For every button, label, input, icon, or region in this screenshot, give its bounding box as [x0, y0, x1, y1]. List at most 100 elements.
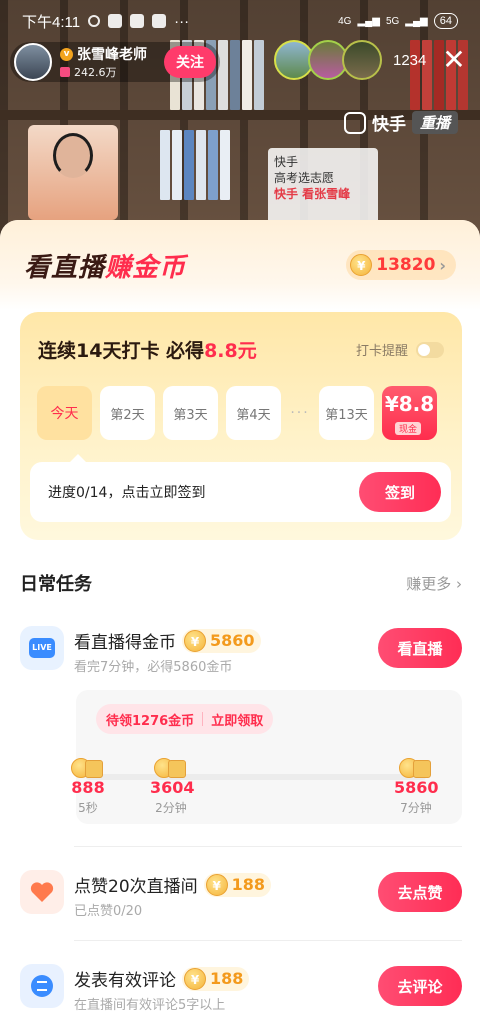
status-time: 下午4:11	[22, 13, 81, 31]
watch-milestones: 待领1276金币 立即领取 888 5秒 3604 2分钟 5860 7分钟	[71, 690, 462, 824]
battery-indicator: 64	[433, 13, 458, 29]
sheet-title-part2: 赚金币	[105, 252, 187, 283]
final-reward-value: ¥8.8	[384, 392, 435, 416]
milestone-2: 3604 2分钟	[150, 756, 195, 818]
coin-chest-icon	[399, 756, 433, 778]
task-title: 点赞20次直播间	[74, 877, 198, 897]
claim-coins-pill[interactable]: 待领1276金币 立即领取	[96, 704, 274, 734]
task-like: 点赞20次直播间 ¥188 已点赞0/20 去点赞	[20, 870, 462, 920]
network-4g-label: 4G	[338, 15, 352, 27]
earn-more-link[interactable]: 赚更多 ›	[406, 573, 462, 594]
milestone-value: 3604	[150, 778, 195, 797]
sheet-header: 看直播赚金币 ¥ 13820 ›	[0, 220, 480, 310]
task-subtitle: 已点赞0/20	[74, 904, 143, 919]
task-reward: ¥188	[182, 966, 250, 991]
checkin-day-3: 第3天	[163, 386, 218, 440]
viewer-avatar[interactable]	[342, 40, 382, 80]
go-like-button[interactable]: 去点赞	[378, 872, 462, 912]
checkin-day-1[interactable]: 今天	[37, 386, 92, 440]
app-notification-icon	[152, 14, 167, 28]
checkin-days: 今天 第2天 第3天 第4天 ··· 第13天 ¥8.8 现金	[37, 386, 437, 440]
coin-icon: ¥	[184, 629, 206, 652]
poster-line-1: 快手	[274, 155, 299, 169]
coin-chest-icon	[154, 756, 188, 778]
comment-icon	[20, 964, 64, 1008]
milestone-3: 5860 7分钟	[394, 756, 439, 818]
poster-line-3: 快手 看张雪峰	[274, 187, 351, 201]
viewer-count[interactable]: 1234	[393, 52, 426, 69]
streamer-name: 张雪峰老师	[77, 47, 147, 63]
more-notifications-icon: ···	[174, 12, 190, 30]
reminder-toggle[interactable]	[416, 341, 444, 358]
checkin-heading-amount: 8.8元	[204, 340, 257, 362]
coin-balance[interactable]: ¥ 13820 ›	[346, 250, 456, 280]
claim-now-link[interactable]: 立即领取	[211, 710, 263, 729]
replay-badge[interactable]: 重播	[412, 111, 459, 134]
watch-live-button[interactable]: 看直播	[378, 628, 462, 668]
poster-line-2: 高考选志愿	[274, 171, 335, 185]
milestone-track	[86, 774, 426, 780]
signin-button[interactable]: 签到	[359, 472, 441, 512]
claim-separator	[202, 712, 204, 726]
chevron-right-icon: ›	[439, 255, 446, 275]
task-reward: ¥188	[203, 872, 272, 897]
signal-icon: ▂▄▆	[357, 15, 380, 27]
earn-more-label: 赚更多	[406, 574, 452, 593]
task-divider	[74, 940, 462, 941]
task-comment: 发表有效评论 ¥188 在直播间有效评论5字以上 去评论	[20, 964, 462, 1014]
milestone-time: 5秒	[78, 801, 98, 815]
heart-icon	[20, 870, 64, 914]
task-subtitle: 在直播间有效评论5字以上	[74, 998, 226, 1013]
follow-button[interactable]: 关注	[164, 46, 216, 78]
kuaishou-brand: 快手 重播	[344, 110, 459, 135]
sheet-title-part1: 看直播	[24, 252, 106, 283]
checkin-heading: 连续14天打卡 必得8.8元	[38, 336, 257, 363]
milestone-1: 888 5秒	[70, 756, 106, 818]
coin-icon: ¥	[205, 873, 228, 896]
checkin-reminder[interactable]: 打卡提醒	[356, 340, 444, 359]
task-divider	[74, 846, 462, 847]
checkin-card: 连续14天打卡 必得8.8元 打卡提醒 今天 第2天 第3天 第4天 ··· 第…	[20, 312, 462, 540]
coin-icon: ¥	[184, 967, 206, 990]
task-reward-value: 188	[210, 969, 244, 988]
fans-heart-icon	[60, 67, 70, 77]
days-ellipsis: ···	[290, 405, 310, 421]
close-icon[interactable]: ✕	[440, 46, 468, 74]
reminder-label: 打卡提醒	[355, 344, 408, 359]
task-reward-value: 5860	[210, 631, 255, 650]
checkin-progress: 进度0/14，点击立即签到 签到	[30, 454, 451, 522]
task-reward: ¥5860	[182, 628, 261, 653]
pending-coins-text: 待领1276金币	[106, 713, 195, 729]
checkin-heading-text: 连续14天打卡 必得	[38, 340, 205, 362]
alarm-icon	[88, 15, 101, 27]
live-icon: LIVE	[20, 626, 64, 670]
task-title: 发表有效评论	[74, 971, 176, 991]
coin-chest-icon	[71, 756, 105, 778]
coin-icon: ¥	[350, 254, 373, 276]
checkin-final-reward: ¥8.8 现金	[382, 386, 437, 440]
go-comment-button[interactable]: 去评论	[378, 966, 462, 1006]
poster-image	[28, 125, 118, 220]
checkin-day-4: 第4天	[226, 386, 281, 440]
signal-icon: ▂▄▆	[405, 15, 428, 27]
status-bar: 下午4:11 ··· 4G ▂▄▆ 5G ▂▄▆ 64	[0, 0, 480, 42]
checkin-progress-text: 进度0/14，点击立即签到	[48, 485, 206, 501]
verified-badge-icon: v	[60, 47, 73, 61]
streamer-fans-count: 242.6万	[74, 66, 117, 79]
final-reward-tag: 现金	[395, 422, 422, 435]
top-viewers[interactable]	[274, 40, 382, 80]
task-title: 看直播得金币	[74, 633, 176, 653]
milestone-value: 5860	[394, 778, 439, 797]
streamer-info-pill[interactable]: v 张雪峰老师 242.6万 关注	[10, 42, 220, 82]
task-subtitle: 看完7分钟，必得5860金币	[74, 660, 233, 675]
books-row	[160, 130, 230, 200]
milestone-value: 888	[71, 778, 105, 797]
streamer-avatar[interactable]	[14, 43, 52, 81]
live-icon-label: LIVE	[29, 638, 55, 658]
brand-name: 快手	[372, 115, 406, 135]
app-notification-icon	[130, 14, 145, 28]
checkin-day-2: 第2天	[100, 386, 155, 440]
coin-balance-value: 13820	[376, 255, 436, 275]
task-watch-live: LIVE 看直播得金币 ¥5860 看完7分钟，必得5860金币 看直播	[20, 626, 462, 686]
daily-tasks-title: 日常任务	[20, 574, 92, 595]
